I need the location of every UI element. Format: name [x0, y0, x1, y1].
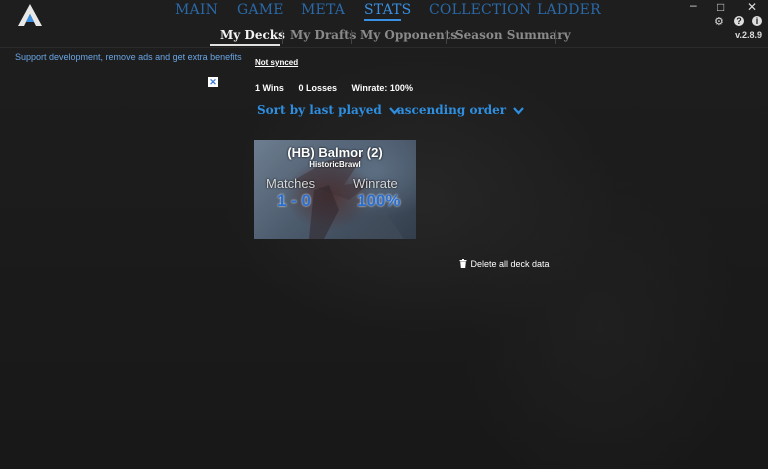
header-divider — [0, 47, 768, 48]
winrate-label: Winrate — [353, 176, 398, 191]
support-link[interactable]: Support development, remove ads and get … — [15, 52, 242, 62]
tab-divider — [351, 30, 352, 44]
tab-divider — [555, 30, 556, 44]
close-icon[interactable]: ✕ — [747, 0, 757, 14]
sync-status[interactable]: Not synced — [255, 58, 298, 67]
nav-meta[interactable]: META — [301, 2, 345, 18]
app-logo-icon[interactable] — [17, 3, 43, 27]
tab-divider — [282, 30, 283, 44]
deck-name: (HB) Balmor (2) — [287, 145, 383, 160]
matches-value: 1 - 0 — [277, 191, 312, 210]
version-label: v.2.8.9 — [735, 30, 762, 40]
nav-active-indicator — [364, 19, 401, 21]
tab-my-opponents[interactable]: My Opponents — [360, 28, 457, 42]
deck-summary: 1 Wins 0 Losses Winrate: 100% — [255, 83, 425, 93]
nav-ladder[interactable]: LADDER — [537, 2, 601, 18]
help-icon[interactable]: ? — [734, 16, 744, 26]
overall-winrate: Winrate: 100% — [351, 83, 413, 93]
matches-label: Matches — [266, 176, 316, 191]
tab-season-summary[interactable]: Season Summary — [455, 28, 571, 42]
nav-game[interactable]: GAME — [237, 2, 284, 18]
deck-format: HistoricBrawl — [309, 160, 361, 169]
deck-tile[interactable]: (HB) Balmor (2) HistoricBrawl Matches Wi… — [254, 140, 416, 239]
trash-icon — [459, 259, 467, 268]
wins-count: 1 Wins — [255, 83, 284, 93]
minimize-icon[interactable]: – — [690, 0, 697, 12]
winrate-value: 100% — [357, 191, 401, 210]
ad-close-icon[interactable]: ✕ — [208, 77, 218, 87]
delete-all-deck-data-button[interactable]: Delete all deck data — [459, 259, 550, 269]
nav-stats[interactable]: STATS — [364, 2, 411, 18]
delete-all-deck-data-label: Delete all deck data — [470, 259, 550, 269]
tab-divider — [446, 30, 447, 44]
losses-count: 0 Losses — [298, 83, 337, 93]
tab-my-drafts[interactable]: My Drafts — [290, 28, 356, 42]
settings-gear-icon[interactable]: ⚙ — [714, 15, 724, 28]
maximize-icon[interactable]: □ — [717, 0, 724, 14]
nav-main[interactable]: MAIN — [175, 2, 218, 18]
chevron-down-icon — [513, 106, 525, 115]
subnav-active-indicator — [210, 44, 280, 46]
sort-by-label: Sort by last played — [257, 103, 382, 117]
info-icon[interactable]: i — [752, 16, 762, 26]
sort-by-dropdown[interactable]: Sort by last played — [257, 103, 400, 117]
sort-order-dropdown[interactable]: ascending order — [397, 103, 525, 117]
tab-my-decks[interactable]: My Decks — [220, 28, 285, 42]
sort-order-label: ascending order — [397, 103, 507, 117]
nav-collection[interactable]: COLLECTION — [429, 2, 531, 18]
